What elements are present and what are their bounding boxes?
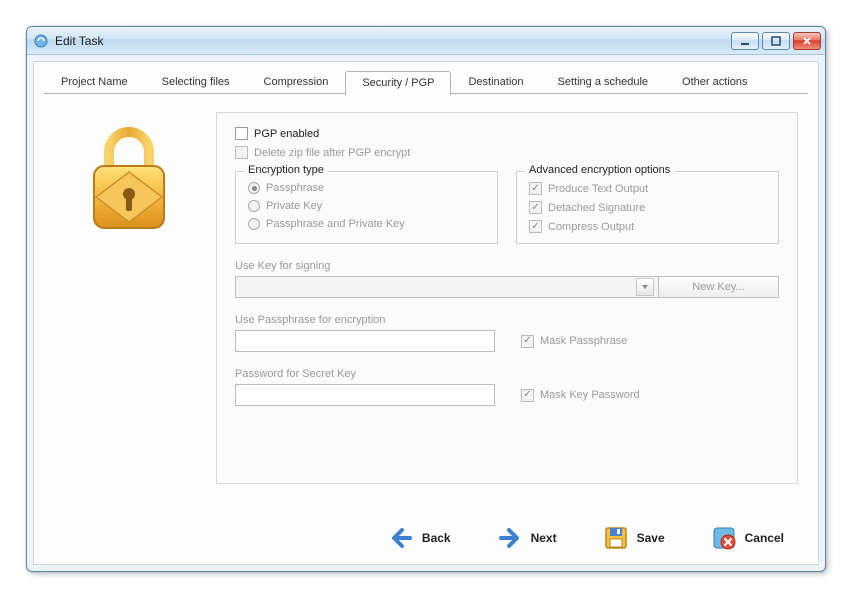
tab-security-pgp[interactable]: Security / PGP bbox=[345, 71, 451, 95]
next-button[interactable]: Next bbox=[497, 525, 557, 551]
chevron-down-icon bbox=[636, 278, 654, 296]
chk-text-output bbox=[529, 182, 542, 195]
delete-zip-label: Delete zip file after PGP encrypt bbox=[254, 147, 410, 159]
encryption-type-legend: Encryption type bbox=[244, 164, 328, 176]
radio-passphrase bbox=[248, 182, 260, 194]
tab-compression[interactable]: Compression bbox=[247, 70, 346, 94]
mask-passphrase-label: Mask Passphrase bbox=[540, 335, 627, 347]
use-passphrase-label: Use Passphrase for encryption bbox=[235, 314, 779, 326]
edit-task-window: Edit Task Project Name Selecting files C… bbox=[26, 26, 826, 572]
secret-key-password-input bbox=[235, 384, 495, 406]
chk-detached-signature bbox=[529, 201, 542, 214]
floppy-disk-icon bbox=[603, 525, 629, 551]
pgp-enabled-label: PGP enabled bbox=[254, 128, 319, 140]
settings-panel: PGP enabled Delete zip file after PGP en… bbox=[216, 112, 798, 484]
mask-key-password-checkbox bbox=[521, 389, 534, 402]
tab-other-actions[interactable]: Other actions bbox=[665, 70, 764, 94]
radio-private-key bbox=[248, 200, 260, 212]
mask-key-password-label: Mask Key Password bbox=[540, 389, 640, 401]
arrow-right-icon bbox=[497, 525, 523, 551]
back-button[interactable]: Back bbox=[388, 525, 451, 551]
encryption-type-fieldset: Encryption type Passphrase Private Key P… bbox=[235, 171, 498, 244]
minimize-button[interactable] bbox=[731, 32, 759, 50]
titlebar[interactable]: Edit Task bbox=[27, 27, 825, 55]
password-secret-label: Password for Secret Key bbox=[235, 368, 779, 380]
save-button[interactable]: Save bbox=[603, 525, 665, 551]
close-button[interactable] bbox=[793, 32, 821, 50]
tab-destination[interactable]: Destination bbox=[451, 70, 540, 94]
pgp-enabled-checkbox[interactable] bbox=[235, 127, 248, 140]
mask-passphrase-checkbox bbox=[521, 335, 534, 348]
wizard-footer: Back Next Save bbox=[34, 512, 818, 564]
delete-zip-checkbox bbox=[235, 146, 248, 159]
tab-selecting-files[interactable]: Selecting files bbox=[145, 70, 247, 94]
new-key-button: New Key... bbox=[659, 276, 779, 298]
cancel-button[interactable]: Cancel bbox=[711, 525, 784, 551]
pgp-enabled-row[interactable]: PGP enabled bbox=[235, 127, 779, 140]
tab-schedule[interactable]: Setting a schedule bbox=[541, 70, 666, 94]
maximize-button[interactable] bbox=[762, 32, 790, 50]
advanced-options-legend: Advanced encryption options bbox=[525, 164, 674, 176]
lock-icon bbox=[84, 124, 174, 237]
app-icon bbox=[33, 33, 49, 49]
chk-compress-output bbox=[529, 220, 542, 233]
use-key-label: Use Key for signing bbox=[235, 260, 779, 272]
advanced-options-fieldset: Advanced encryption options Produce Text… bbox=[516, 171, 779, 244]
window-controls bbox=[731, 32, 821, 50]
delete-zip-row: Delete zip file after PGP encrypt bbox=[235, 146, 779, 159]
client-area: Project Name Selecting files Compression… bbox=[33, 61, 819, 565]
arrow-left-icon bbox=[388, 525, 414, 551]
radio-passphrase-private-key bbox=[248, 218, 260, 230]
signing-key-combo: New Key... bbox=[235, 276, 779, 298]
tab-content: PGP enabled Delete zip file after PGP en… bbox=[46, 96, 806, 504]
window-title: Edit Task bbox=[55, 34, 731, 48]
cancel-icon bbox=[711, 525, 737, 551]
tab-project-name[interactable]: Project Name bbox=[44, 70, 145, 94]
passphrase-input bbox=[235, 330, 495, 352]
signing-key-select bbox=[235, 276, 659, 298]
tab-strip: Project Name Selecting files Compression… bbox=[44, 70, 808, 94]
